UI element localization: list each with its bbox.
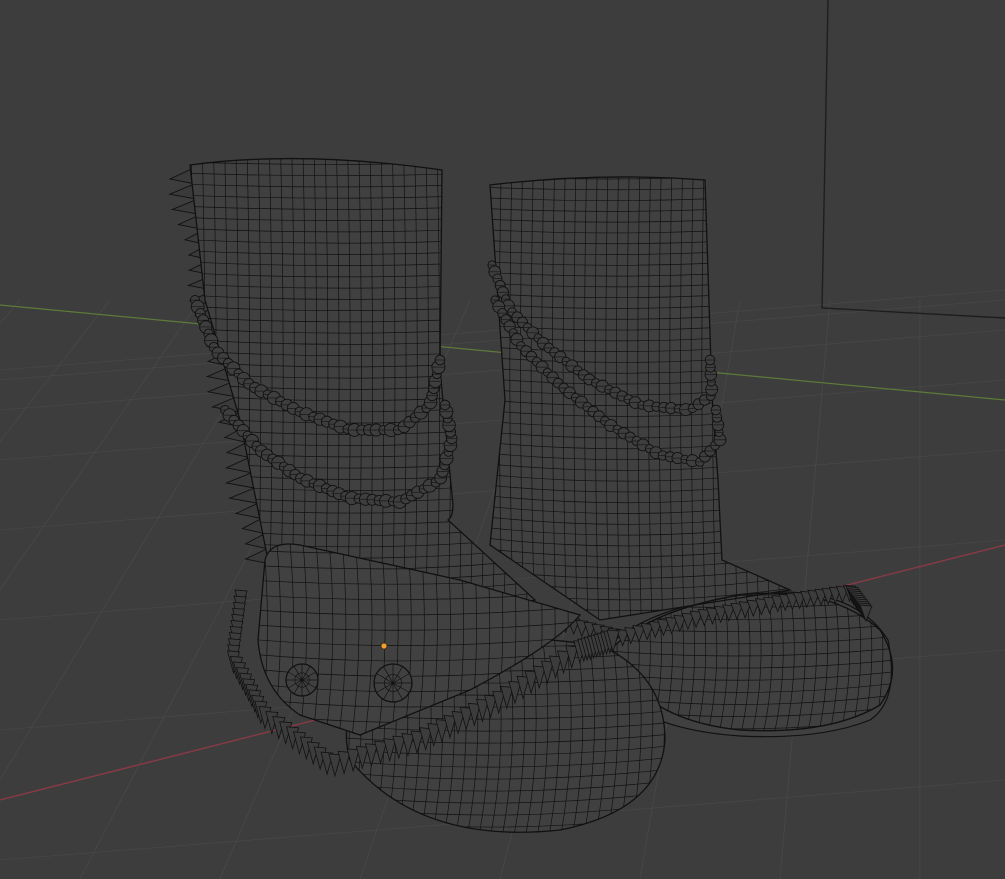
viewport-canvas[interactable] [0,0,1005,879]
camera-frame[interactable] [821,0,1005,319]
3d-viewport[interactable] [0,0,1005,879]
object-origin-point[interactable] [380,642,388,650]
